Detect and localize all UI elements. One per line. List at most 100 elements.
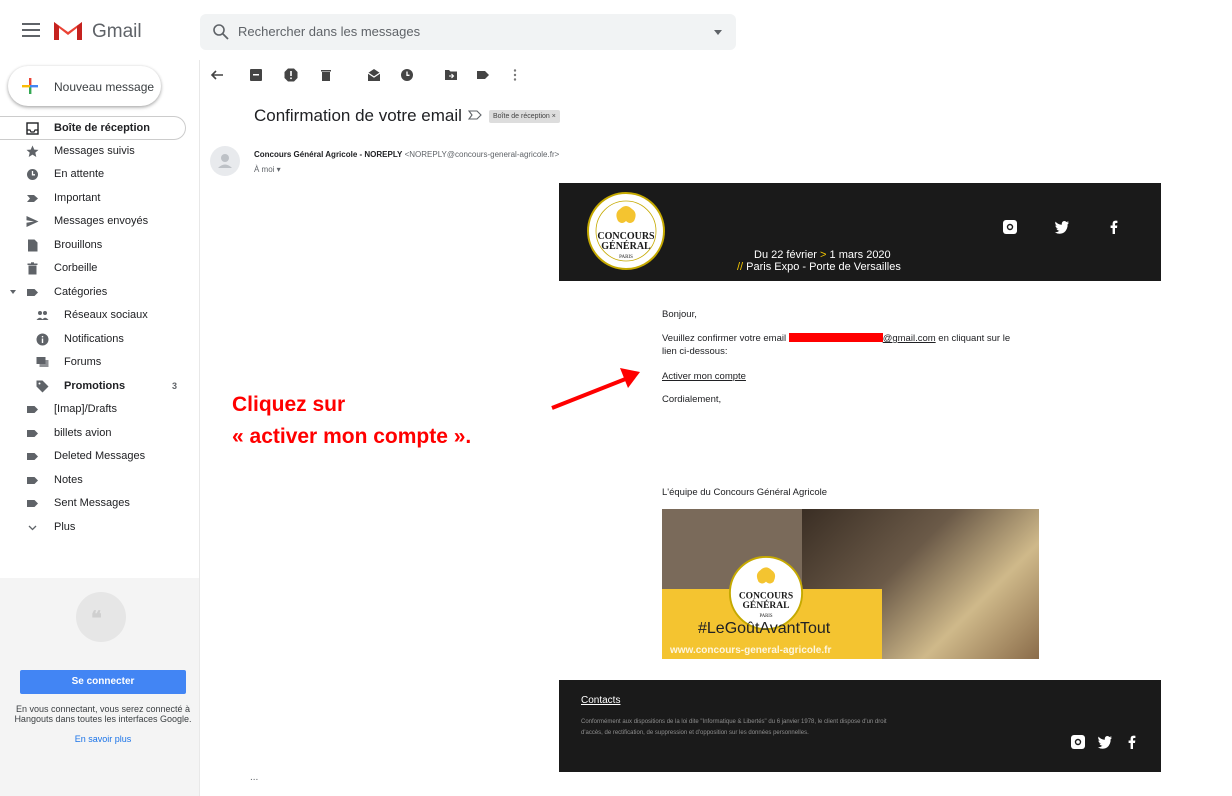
concours-seal-logo: CONCOURS GÉNÉRAL PARIS [587, 192, 665, 270]
instagram-icon[interactable] [1002, 219, 1018, 235]
trimmed-content-toggle[interactable]: ... [250, 772, 258, 783]
sidebar-item-label: Sent Messages [54, 497, 130, 509]
hangouts-learn-more-link[interactable]: En savoir plus [12, 734, 194, 744]
sidebar-item-notifications[interactable]: Notifications [0, 328, 200, 352]
sidebar-item-label: Réseaux sociaux [64, 309, 148, 321]
sidebar-item-label: Plus [54, 520, 76, 533]
sidebar-item-sent[interactable]: Messages envoyés [0, 210, 200, 234]
sidebar-item-categories[interactable]: Catégories [0, 281, 200, 305]
svg-text:GÉNÉRAL: GÉNÉRAL [601, 240, 651, 252]
label-as-icon[interactable] [476, 68, 490, 82]
annotation-line1: Cliquez sur [232, 393, 346, 416]
app-name: Gmail [92, 21, 142, 42]
trash-icon [27, 262, 38, 275]
star-icon [26, 145, 39, 157]
annotation-arrow-icon [551, 368, 640, 410]
banner-date-start: Du 22 février [754, 249, 821, 261]
sidebar-item-label: Notes [54, 473, 83, 486]
search-input[interactable]: Rechercher dans les messages [238, 24, 420, 39]
sidebar-item-starred[interactable]: Messages suivis [0, 140, 200, 164]
footer-legal-text: Conformément aux dispositions de la loi … [581, 719, 887, 736]
sidebar-item-label: Promotions [64, 379, 126, 392]
sidebar-item-trash[interactable]: Corbeille [0, 257, 200, 281]
sidebar-item-sent-messages[interactable]: Sent Messages [0, 492, 200, 516]
facebook-icon[interactable] [1106, 219, 1122, 235]
email-subject: Confirmation de votre email [254, 106, 462, 125]
sidebar-item-drafts[interactable]: Brouillons [0, 234, 200, 258]
email-footer: Contacts Conformément aux dispositions d… [559, 680, 1161, 772]
search-options-icon[interactable] [714, 30, 722, 35]
compose-button[interactable]: Nouveau message [8, 66, 161, 106]
sidebar-divider [199, 60, 200, 796]
sidebar-nav: Boîte de réception Messages suivis En at… [0, 116, 200, 539]
sender-avatar [210, 146, 240, 176]
sidebar-item-notes[interactable]: Notes [0, 469, 200, 493]
twitter-icon[interactable] [1054, 219, 1070, 235]
activate-account-link[interactable]: Activer mon compte [662, 371, 746, 382]
draft-icon [28, 239, 38, 251]
hangouts-signin-button[interactable]: Se connecter [20, 670, 186, 694]
search-bar[interactable]: Rechercher dans les messages [200, 14, 736, 50]
important-marker-icon[interactable] [468, 108, 482, 122]
label-icon [27, 453, 38, 460]
label-icon [27, 406, 38, 413]
inbox-label-chip[interactable]: Boîte de réception × [489, 110, 560, 123]
promo-url: www.concours-general-agricole.fr [670, 645, 832, 656]
hangouts-panel: ❝ Se connecter En vous connectant, vous … [0, 578, 200, 796]
sidebar-item-more[interactable]: Plus [0, 516, 200, 540]
report-spam-icon[interactable] [284, 68, 298, 82]
svg-text:PARIS: PARIS [619, 255, 633, 260]
main-menu-icon[interactable] [22, 23, 40, 37]
svg-text:GÉNÉRAL: GÉNÉRAL [743, 599, 790, 611]
facebook-icon[interactable] [1124, 734, 1140, 750]
sidebar-item-label: Catégories [54, 285, 108, 298]
sidebar-item-inbox[interactable]: Boîte de réception [0, 116, 186, 140]
hangouts-description: En vous connectant, vous serez connecté … [14, 704, 192, 724]
email-body-suffix: en cliquant sur le [935, 333, 1011, 344]
sidebar-item-label: En attente [54, 168, 105, 180]
user-email-link[interactable]: @gmail.com [883, 333, 936, 344]
recipient-details[interactable]: À moi ▾ [254, 165, 281, 174]
sidebar-item-deleted-messages[interactable]: Deleted Messages [0, 445, 200, 469]
banner-date-end: 1 mars 2020 [826, 249, 891, 261]
sender-name: Concours Général Agricole - NOREPLY [254, 150, 403, 159]
svg-text:PARIS: PARIS [759, 614, 772, 619]
banner-venue: // Paris Expo - Porte de Versailles [737, 261, 901, 273]
sidebar-item-label: Important [54, 191, 101, 204]
instruction-annotation: Cliquez sur « activer mon compte ». [232, 389, 471, 453]
compose-label: Nouveau message [54, 80, 155, 94]
twitter-icon[interactable] [1097, 734, 1113, 750]
instagram-icon[interactable] [1070, 734, 1086, 750]
info-icon [36, 333, 49, 345]
expand-caret-icon[interactable] [10, 289, 16, 294]
sidebar-item-label: Deleted Messages [54, 450, 146, 462]
important-icon [27, 194, 38, 202]
svg-text:CONCOURS: CONCOURS [739, 592, 793, 602]
move-to-icon[interactable] [444, 68, 458, 82]
more-options-icon[interactable] [508, 68, 522, 82]
sidebar-item-label: Brouillons [54, 238, 103, 251]
inbox-icon [26, 122, 39, 135]
sidebar-item-social[interactable]: Réseaux sociaux [0, 304, 200, 328]
label-icon [27, 288, 38, 296]
mark-unread-icon[interactable] [367, 68, 381, 82]
archive-icon[interactable] [249, 68, 263, 82]
sidebar-item-promotions[interactable]: Promotions 3 [0, 375, 200, 399]
sidebar-item-forums[interactable]: Forums [0, 351, 200, 375]
sidebar-item-label: Notifications [64, 332, 124, 345]
snooze-icon[interactable] [400, 68, 414, 82]
person-icon [218, 154, 232, 168]
email-body-line1: Veuillez confirmer votre email @gmail.co… [662, 333, 1010, 344]
hangouts-icon: ❝ [76, 592, 126, 642]
footer-contacts-link[interactable]: Contacts [581, 695, 620, 706]
sidebar-item-imap-drafts[interactable]: [Imap]/Drafts [0, 398, 200, 422]
email-banner: CONCOURS GÉNÉRAL PARIS Du 22 février > 1… [559, 183, 1161, 281]
search-icon[interactable] [212, 23, 230, 41]
gmail-logo-icon[interactable] [52, 18, 84, 42]
sidebar-item-snoozed[interactable]: En attente [0, 163, 200, 187]
sidebar-item-important[interactable]: Important [0, 187, 200, 211]
sidebar-item-billets-avion[interactable]: billets avion [0, 422, 200, 446]
back-arrow-icon[interactable] [210, 68, 224, 82]
unread-count: 3 [172, 380, 178, 391]
delete-icon[interactable] [319, 68, 333, 82]
